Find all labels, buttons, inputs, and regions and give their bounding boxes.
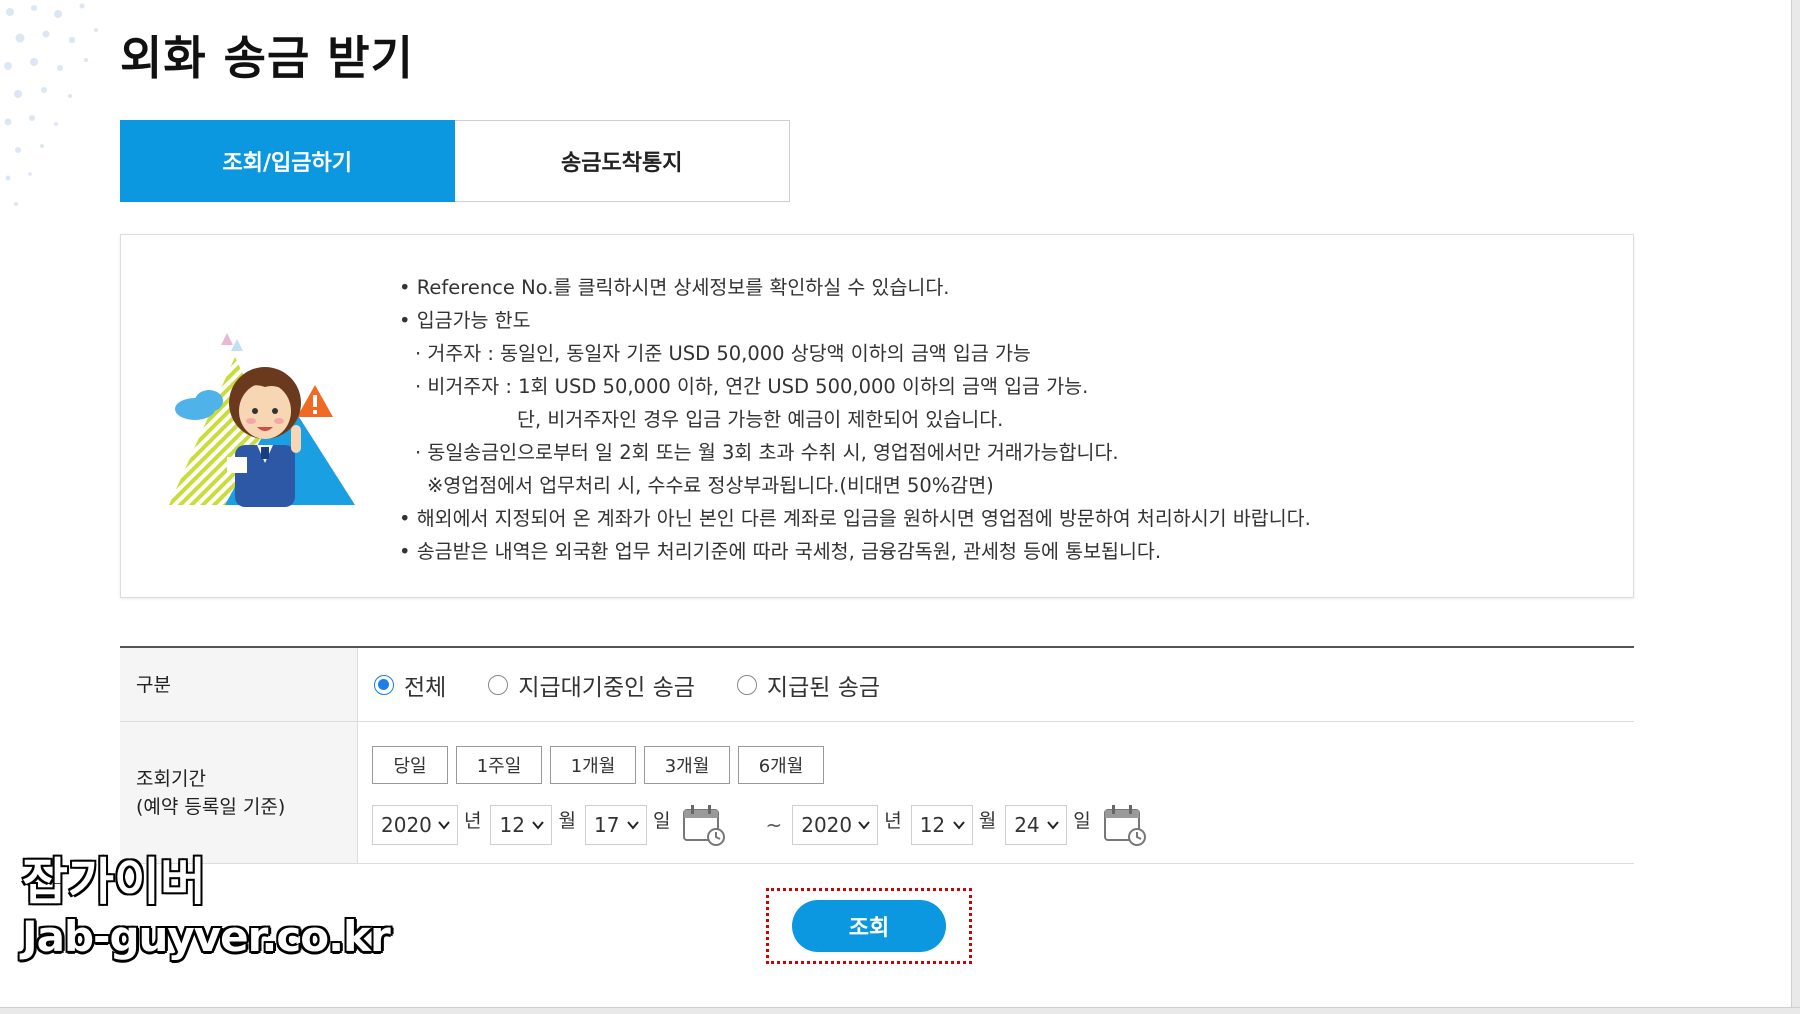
from-month-value: 12 — [499, 813, 525, 837]
tab-remittance-arrival-notice[interactable]: 송금도착통지 — [454, 120, 790, 202]
period-today-button[interactable]: 당일 — [372, 746, 448, 784]
period-6month-button[interactable]: 6개월 — [738, 746, 824, 784]
filter-row-type: 구분 전체 지급대기중인 송금 지급된 송금 — [120, 648, 1634, 722]
filter-row-period: 조회기간 (예약 등록일 기준) 당일 1주일 1개월 3개월 6개월 2020… — [120, 722, 1634, 864]
notice-nonresident-limit: · 비거주자 : 1회 USD 50,000 이하, 연간 USD 500,00… — [415, 375, 1089, 398]
range-separator: ~ — [765, 813, 783, 837]
from-year-value: 2020 — [381, 813, 432, 837]
from-month-unit: 월 — [558, 809, 576, 832]
notice-same-sender-rule: · 동일송금인으로부터 일 2회 또는 월 3회 초과 수취 시, 영업점에서만… — [415, 441, 1119, 464]
notice-resident-limit: · 거주자 : 동일인, 동일자 기준 USD 50,000 상당액 이하의 금… — [415, 342, 1031, 365]
period-3month-button[interactable]: 3개월 — [644, 746, 730, 784]
radio-paid-button[interactable] — [736, 675, 757, 695]
period-1week-button[interactable]: 1주일 — [456, 746, 542, 784]
chevron-down-icon — [627, 821, 639, 830]
from-month-select[interactable]: 12 — [490, 805, 553, 845]
period-label-line2: (예약 등록일 기준) — [136, 795, 286, 818]
period-1month-button[interactable]: 1개월 — [550, 746, 636, 784]
search-filter-table: 구분 전체 지급대기중인 송금 지급된 송금 조회기간 (예약 등록일 기준) … — [120, 646, 1634, 864]
notice-list: • Reference No.를 클릭하시면 상세정보를 확인하실 수 있습니다… — [399, 271, 1311, 568]
to-month-unit: 월 — [978, 809, 997, 832]
from-day-value: 17 — [593, 813, 620, 837]
notice-reference-no: • Reference No.를 클릭하시면 상세정보를 확인하실 수 있습니다… — [399, 276, 950, 299]
notice-fee-note: ※영업점에서 업무처리 시, 수수료 정상부과됩니다.(비대면 50%감면) — [427, 474, 994, 497]
from-year-select[interactable]: 2020 — [372, 805, 458, 845]
page-title: 외화 송금 받기 — [120, 31, 414, 85]
remittance-type-radio-group: 전체 지급대기중인 송금 지급된 송금 — [374, 648, 922, 722]
from-day-select[interactable]: 17 — [584, 805, 647, 845]
to-day-value: 24 — [1014, 813, 1040, 837]
period-label-line1: 조회기간 — [136, 767, 206, 790]
notice-other-account: • 해외에서 지정되어 온 계좌가 아닌 본인 다른 계좌로 입금을 원하시면 … — [399, 507, 1311, 530]
tab-bar: 조회/입금하기 송금도착통지 — [120, 120, 790, 202]
filter-type-label: 구분 — [120, 648, 358, 721]
radio-all[interactable]: 전체 — [374, 668, 446, 702]
tab-inquiry-deposit[interactable]: 조회/입금하기 — [120, 120, 455, 202]
to-day-select[interactable]: 24 — [1005, 805, 1068, 845]
notice-box: • Reference No.를 클릭하시면 상세정보를 확인하실 수 있습니다… — [120, 234, 1634, 598]
date-range: 2020 년 12 월 17 일 ~ 2020 년 12 월 24 일 — [372, 802, 1176, 848]
notice-nonresident-restriction: 단, 비거주자인 경우 입금 가능한 예금이 제한되어 있습니다. — [517, 408, 1004, 431]
chevron-down-icon — [1047, 821, 1059, 830]
radio-pending-label: 지급대기중인 송금 — [518, 675, 695, 701]
from-day-unit: 일 — [652, 809, 671, 832]
radio-paid[interactable]: 지급된 송금 — [736, 668, 881, 702]
watermark-url: Jab-guyver.co.kr — [22, 912, 391, 961]
watermark: 잡가이버 Jab-guyver.co.kr — [21, 853, 391, 964]
window-bottom-edge — [0, 1007, 1800, 1014]
from-year-unit: 년 — [464, 809, 482, 832]
radio-all-label: 전체 — [404, 675, 447, 701]
radio-all-button[interactable] — [374, 675, 394, 695]
quick-period-buttons: 당일 1주일 1개월 3개월 6개월 — [372, 746, 832, 784]
radio-paid-label: 지급된 송금 — [766, 675, 881, 701]
chevron-down-icon — [858, 821, 870, 830]
to-day-unit: 일 — [1073, 809, 1091, 832]
to-month-select[interactable]: 12 — [910, 805, 973, 845]
chevron-down-icon — [532, 821, 545, 830]
filter-period-label: 조회기간 (예약 등록일 기준) — [120, 722, 358, 863]
radio-pending[interactable]: 지급대기중인 송금 — [488, 668, 695, 702]
window-right-edge — [1791, 0, 1800, 1014]
to-month-value: 12 — [919, 813, 946, 837]
customer-service-agent-illustration — [169, 333, 355, 507]
chevron-down-icon — [438, 821, 450, 830]
search-button-highlight: 조회 — [766, 888, 972, 964]
chevron-down-icon — [952, 821, 965, 830]
search-button[interactable]: 조회 — [792, 900, 946, 952]
to-year-unit: 년 — [884, 809, 902, 832]
to-year-value: 2020 — [801, 813, 853, 837]
calendar-icon[interactable] — [681, 802, 727, 848]
calendar-icon[interactable] — [1102, 802, 1148, 848]
notice-deposit-limit-heading: • 입금가능 한도 — [399, 309, 531, 332]
notice-reporting: • 송금받은 내역은 외국환 업무 처리기준에 따라 국세청, 금융감독원, 관… — [399, 540, 1162, 563]
radio-pending-button[interactable] — [488, 675, 509, 695]
to-year-select[interactable]: 2020 — [792, 805, 879, 845]
watermark-brand: 잡가이버 — [21, 853, 207, 911]
